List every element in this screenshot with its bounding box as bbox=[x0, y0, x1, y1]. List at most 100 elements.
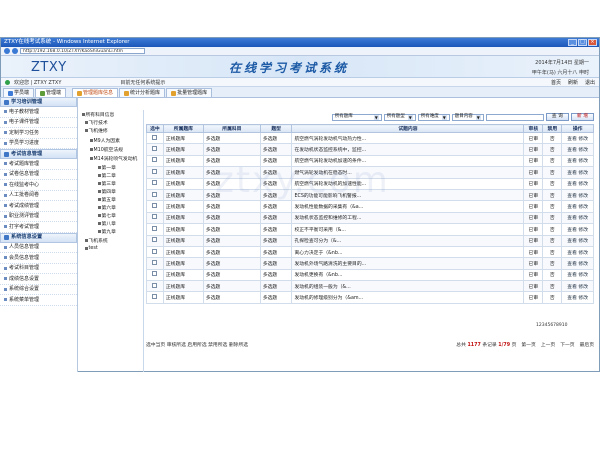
address-input[interactable]: http://192.168.0.10/ZTXY/KaoShiGuanLi.ht… bbox=[20, 48, 145, 54]
sidebar-item[interactable]: 电子教材管理 bbox=[0, 107, 77, 118]
logout-link[interactable]: 退出 bbox=[585, 79, 595, 86]
last-page-link[interactable]: 最后页 bbox=[580, 341, 594, 348]
tree-node[interactable]: 飞机维修 bbox=[85, 127, 108, 134]
row-checkbox[interactable] bbox=[152, 214, 158, 220]
maximize-button[interactable]: □ bbox=[578, 39, 587, 46]
row-checkbox[interactable] bbox=[152, 180, 158, 186]
table-row[interactable]: 正线题库 多选题 多选题 孔探检查可分为（&... 已审否查看 修改 bbox=[146, 234, 594, 247]
bank-select[interactable]: 所有题库 ▼ bbox=[331, 113, 382, 121]
tree-node[interactable]: M14涡轮喷气发动机 bbox=[90, 155, 137, 162]
cell-ops[interactable]: 查看 修改 bbox=[561, 234, 594, 247]
table-row[interactable]: 正线题库 多选题 多选题 发动机状态监控和维修的工程... 已审否查看 修改 bbox=[146, 211, 594, 225]
row-checkbox[interactable] bbox=[152, 259, 158, 265]
cell-ops[interactable]: 查看 修改 bbox=[561, 257, 594, 270]
tree-node[interactable]: M10航空法规 bbox=[90, 146, 123, 153]
sidebar-item[interactable]: 电子课件管理 bbox=[0, 118, 77, 128]
tree-node[interactable]: 第一章 bbox=[98, 164, 116, 171]
sidebar-section-header[interactable]: 学习培训管理 bbox=[0, 97, 77, 107]
tree-node[interactable]: 第六章 bbox=[98, 204, 116, 211]
sidebar-item[interactable]: 学员学习进度 bbox=[0, 139, 77, 149]
sidebar-item[interactable]: 会员信息管理 bbox=[0, 253, 77, 264]
tab-admin[interactable]: 管理端 bbox=[35, 88, 67, 97]
table-row[interactable]: 正线题库 多选题 多选题 燃气涡轮发动机在稳态时... 已审否查看 修改 bbox=[146, 166, 594, 179]
close-button[interactable]: × bbox=[588, 39, 597, 46]
table-row[interactable]: 正线题库 多选题 多选题 发动机外场气路清洗的主要目的... 已审否查看 修改 bbox=[146, 257, 594, 270]
sidebar-item[interactable]: 考试科目管理 bbox=[0, 264, 77, 274]
table-row[interactable]: 正线题库 多选题 多选题 离心力决定于（&nb... 已审否查看 修改 bbox=[146, 245, 594, 259]
sidebar-item[interactable]: 系统菜单管理 bbox=[0, 295, 77, 306]
row-checkbox[interactable] bbox=[152, 146, 158, 152]
refresh-link[interactable]: 刷新 bbox=[568, 79, 578, 86]
prev-page-link[interactable]: 上一页 bbox=[541, 341, 555, 348]
table-row[interactable]: 正线题库 多选题 多选题 在发动机状态监控系统中，监控... 已审否查看 修改 bbox=[146, 143, 594, 156]
sidebar-item-question-bank[interactable]: 考试题库管理 bbox=[0, 159, 77, 170]
home-link[interactable]: 首页 bbox=[551, 79, 561, 86]
type-select[interactable]: 所有题型 ▼ bbox=[383, 113, 416, 121]
cell-ops[interactable]: 查看 修改 bbox=[561, 280, 594, 293]
tree-node[interactable]: 所有科目信息 bbox=[82, 111, 114, 118]
next-page-link[interactable]: 下一页 bbox=[560, 341, 574, 348]
sidebar-item[interactable]: 试卷信息管理 bbox=[0, 170, 77, 180]
sidebar-section-header[interactable]: 系统信息设置 bbox=[0, 232, 77, 243]
table-row[interactable]: 正线题库 多选题 多选题 航空燃气涡轮发动机加速的条件... 已审否查看 修改 bbox=[146, 154, 594, 168]
table-row[interactable]: 正线题库 多选题 多选题 航空燃气涡轮发动机的加速性能... 已审否查看 修改 bbox=[146, 177, 594, 190]
tree-node[interactable]: 第五章 bbox=[98, 196, 116, 203]
sidebar-item[interactable]: 职业测评管理 bbox=[0, 212, 77, 222]
table-row[interactable]: 正线题库 多选题 多选题 发动机更换有（&nb... 已审否查看 修改 bbox=[146, 268, 594, 282]
table-row[interactable]: 正线题库 多选题 多选题 发动机性能数据的采集有（&a... 已审否查看 修改 bbox=[146, 200, 594, 213]
col-content[interactable]: 试题内容 bbox=[291, 124, 525, 133]
tree-node[interactable]: 第二章 bbox=[98, 172, 116, 179]
cell-ops[interactable]: 查看 修改 bbox=[561, 291, 594, 304]
row-checkbox[interactable] bbox=[152, 271, 158, 277]
cell-ops[interactable]: 查看 修改 bbox=[561, 166, 594, 179]
cell-ops[interactable]: 查看 修改 bbox=[561, 245, 594, 259]
col-bank[interactable]: 所属题库 bbox=[162, 124, 204, 133]
row-checkbox[interactable] bbox=[152, 168, 158, 174]
sidebar-item[interactable]: 成绩信息设置 bbox=[0, 274, 77, 285]
col-subject[interactable]: 所属科目 bbox=[202, 124, 261, 133]
tree-node[interactable]: 第九章 bbox=[98, 228, 116, 235]
row-checkbox[interactable] bbox=[152, 134, 158, 140]
tree-node[interactable]: 第七章 bbox=[98, 212, 116, 219]
cell-ops[interactable]: 查看 修改 bbox=[561, 154, 594, 168]
back-icon[interactable] bbox=[4, 48, 10, 54]
col-audit[interactable]: 审核 bbox=[523, 124, 544, 133]
row-checkbox[interactable] bbox=[152, 237, 158, 243]
first-page-link[interactable]: 第一页 bbox=[521, 341, 535, 348]
row-checkbox[interactable] bbox=[152, 191, 158, 197]
cell-ops[interactable]: 查看 修改 bbox=[561, 223, 594, 236]
tree-node[interactable]: M9人为因素 bbox=[90, 137, 120, 144]
content-select[interactable]: 题目内容 ▼ bbox=[451, 113, 484, 121]
search-input[interactable] bbox=[485, 113, 544, 121]
table-row[interactable]: 正线题库 多选题 多选题 发动机的修理级别分为（&am... 已审否查看 修改 bbox=[146, 291, 594, 304]
tree-node[interactable]: 飞机系统 bbox=[85, 237, 108, 244]
cell-ops[interactable]: 查看 修改 bbox=[561, 211, 594, 225]
table-row[interactable]: 正线题库 多选题 多选题 发动机的组装一般为（&... 已审否查看 修改 bbox=[146, 280, 594, 293]
row-checkbox[interactable] bbox=[152, 294, 158, 300]
tree-node[interactable]: 第三章 bbox=[98, 180, 116, 187]
row-checkbox[interactable] bbox=[152, 282, 158, 288]
table-row[interactable]: 正线题库 多选题 多选题 ECS的功能可能影响飞机警报... 已审否查看 修改 bbox=[146, 188, 594, 202]
sidebar-item[interactable]: 人员信息管理 bbox=[0, 243, 77, 253]
cell-ops[interactable]: 查看 修改 bbox=[561, 143, 594, 156]
tree-node[interactable]: 第四章 bbox=[98, 188, 116, 195]
sidebar-item[interactable]: 定制学习任务 bbox=[0, 128, 77, 139]
col-type[interactable]: 题型 bbox=[259, 124, 293, 133]
tab-statistics[interactable]: 统计分析题库 bbox=[119, 88, 166, 97]
cell-ops[interactable]: 查看 修改 bbox=[561, 200, 594, 213]
tab-batch-manage[interactable]: 批量管理题库 bbox=[166, 88, 213, 97]
sidebar-item[interactable]: 系统综合设置 bbox=[0, 285, 77, 295]
search-button[interactable]: 查 询 bbox=[545, 113, 569, 121]
forward-icon[interactable] bbox=[12, 48, 18, 54]
row-checkbox[interactable] bbox=[152, 157, 158, 163]
row-checkbox[interactable] bbox=[152, 203, 158, 209]
difficulty-select[interactable]: 所有难度 ▼ bbox=[417, 113, 450, 121]
sidebar-section-header[interactable]: 考试信息管理 bbox=[0, 149, 77, 159]
row-checkbox[interactable] bbox=[152, 225, 158, 231]
table-row[interactable]: 正线题库 多选题 多选题 航空燃气涡轮发动机气动热力性... 已审否查看 修改 bbox=[146, 131, 594, 145]
col-disabled[interactable]: 禁用 bbox=[542, 124, 563, 133]
page-number-links[interactable]: 12345678910 bbox=[536, 323, 568, 328]
table-row[interactable]: 正线题库 多选题 多选题 校正不平衡可采用（&... 已审否查看 修改 bbox=[146, 223, 594, 236]
cell-ops[interactable]: 查看 修改 bbox=[561, 177, 594, 190]
tree-node[interactable]: test bbox=[85, 246, 98, 251]
